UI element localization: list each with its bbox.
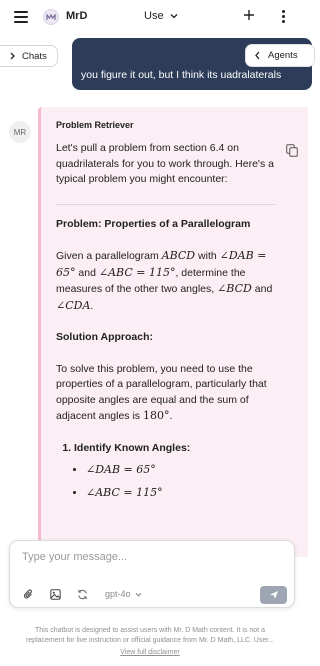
angle-bcd: ∠BCD (217, 282, 252, 295)
problem-text: Given a parallelogram ABCD with ∠DAB = 6… (56, 249, 273, 312)
model-chip[interactable]: gpt-4o (105, 589, 142, 599)
paperclip-icon[interactable] (23, 589, 34, 600)
refresh-icon[interactable] (77, 589, 88, 600)
assistant-intro: Let's pull a problem from section 6.4 on… (56, 142, 274, 185)
angle-abc: ∠ABC = 115° (98, 265, 176, 279)
model-select[interactable]: Use (144, 10, 178, 22)
plus-icon[interactable] (243, 9, 255, 21)
steps-list: Identify Known Angles: ∠DAB = 65° ∠ABC =… (74, 441, 276, 502)
list-item: ∠DAB = 65° (86, 462, 276, 479)
disclaimer-text: This chatbot is designed to assist users… (25, 627, 275, 644)
list-item: ∠ABC = 115° (86, 485, 276, 502)
angle-cda: ∠CDA (56, 298, 91, 312)
logo-icon (43, 9, 59, 25)
shape-name: ABCD (161, 249, 196, 262)
menu-icon[interactable] (14, 11, 28, 23)
more-vertical-icon[interactable] (281, 10, 285, 23)
avatar: MR (9, 121, 31, 143)
chevron-down-icon (135, 592, 141, 597)
model-chip-label: gpt-4o (105, 589, 131, 599)
chevron-right-icon (10, 52, 15, 60)
send-button[interactable] (260, 586, 287, 604)
chats-button[interactable]: Chats (0, 45, 58, 67)
solution-heading: Solution Approach: (56, 331, 154, 343)
divider (56, 203, 276, 205)
assistant-name: Problem Retriever (56, 120, 134, 130)
assistant-message-body: Let's pull a problem from section 6.4 on… (56, 141, 276, 501)
composer: gpt-4o (9, 540, 295, 608)
step-label: Identify Known Angles: (74, 441, 191, 454)
image-icon[interactable] (50, 589, 61, 600)
send-icon (269, 591, 278, 599)
brand-name: MrD (66, 10, 88, 22)
assistant-message: Problem Retriever Let's pull a problem f… (38, 107, 308, 557)
user-message-text: you figure it out, but I think its uadra… (81, 69, 282, 81)
problem-heading: Problem: Properties of a Parallelogram (56, 217, 251, 230)
top-bar: MrD Use (0, 0, 300, 34)
copy-icon[interactable] (286, 144, 298, 157)
model-select-label: Use (144, 10, 164, 22)
list-item: Identify Known Angles: ∠DAB = 65° ∠ABC =… (74, 441, 276, 502)
message-input[interactable] (22, 549, 272, 565)
solution-text: To solve this problem, you need to use t… (56, 362, 267, 423)
solution-value: 180° (142, 409, 170, 422)
chevron-down-icon (170, 14, 178, 19)
agents-label: Agents (268, 50, 298, 61)
chats-label: Chats (22, 50, 47, 62)
chevron-left-icon (255, 51, 260, 60)
view-disclaimer-link[interactable]: View full disclaimer (0, 649, 300, 656)
agents-button[interactable]: Agents (245, 44, 315, 67)
